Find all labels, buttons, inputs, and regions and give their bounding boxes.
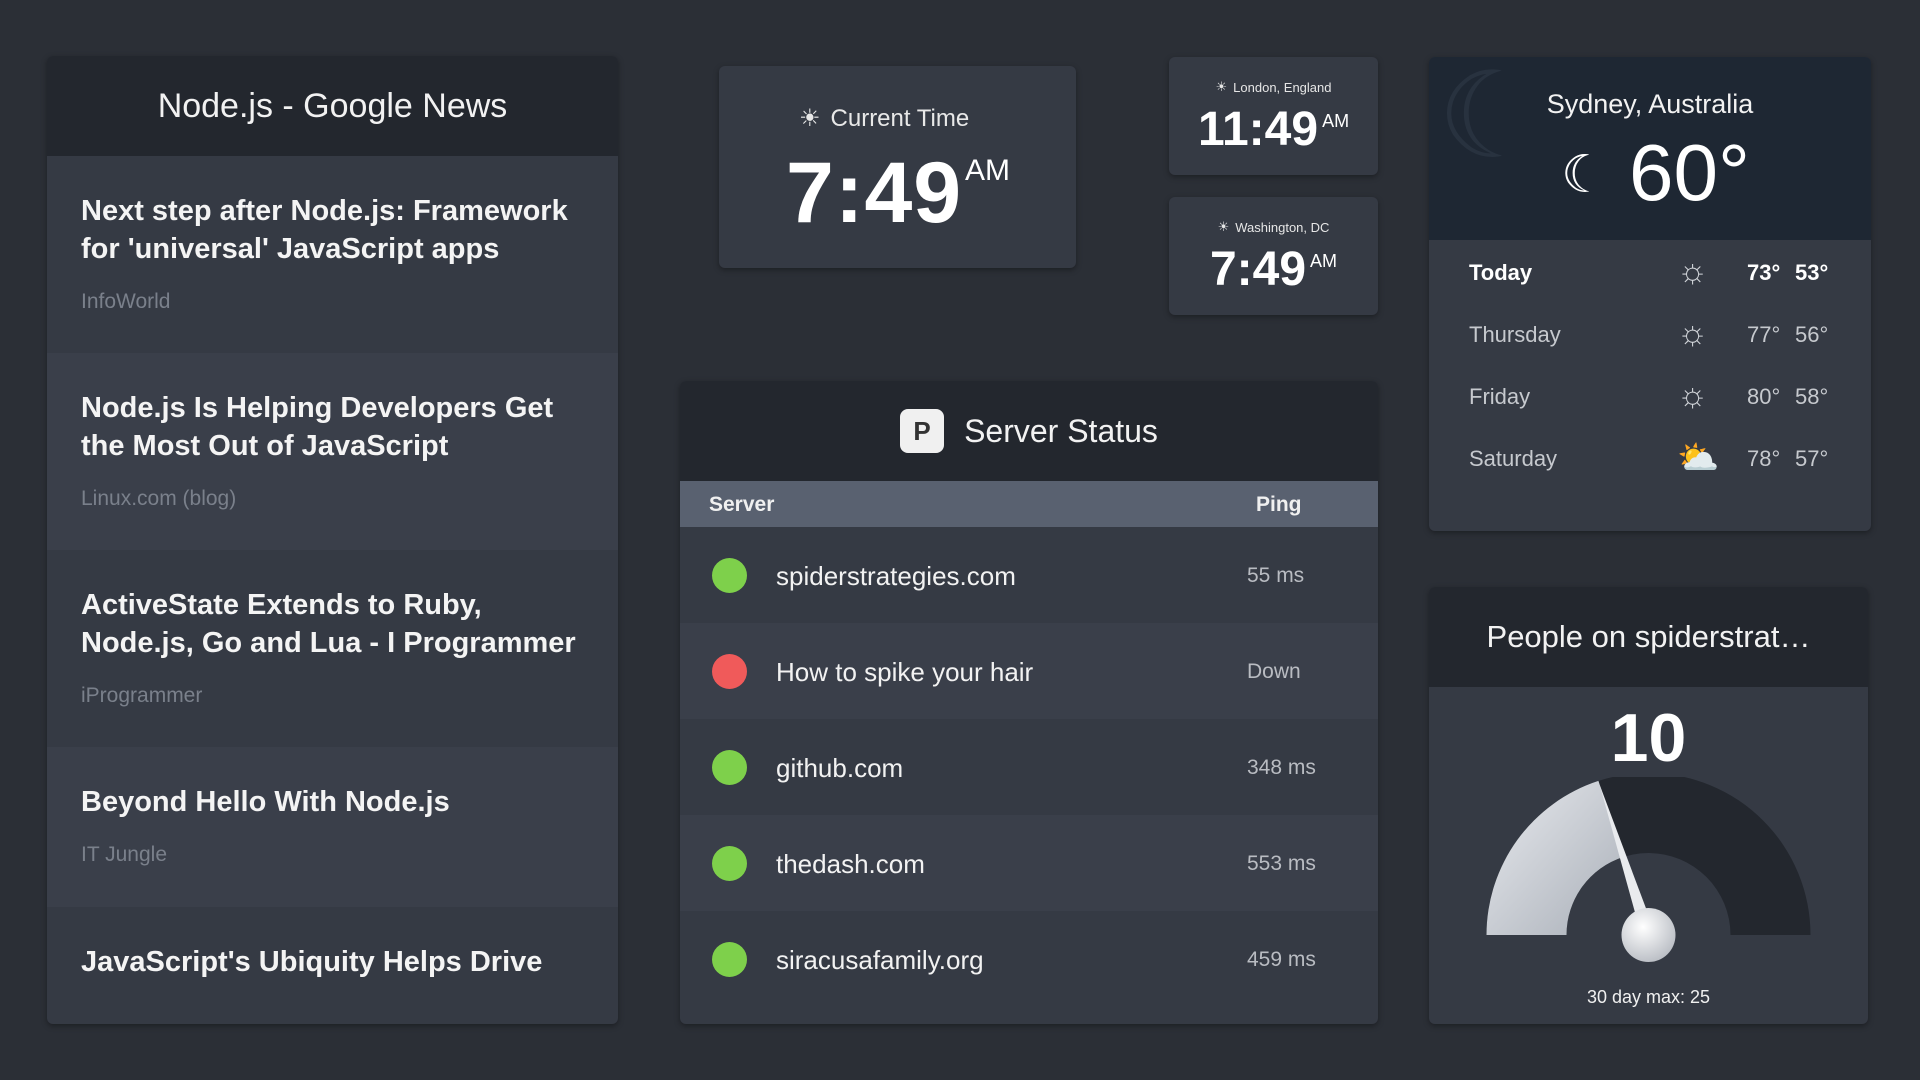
news-item[interactable]: Beyond Hello With Node.js IT Jungle: [47, 747, 618, 907]
clock-time-row: 7:49 AM: [1169, 242, 1378, 297]
weather-city: Sydney, Australia: [1546, 89, 1754, 119]
server-table-body: spiderstrategies.com 55 ms How to spike …: [680, 527, 1378, 1007]
people-title: People on spiderstrat…: [1429, 587, 1868, 687]
sun-icon: ☼: [1677, 252, 1709, 290]
clock-london: ☀ London, England 11:49 AM: [1169, 57, 1378, 175]
server-row[interactable]: github.com 348 ms: [680, 719, 1378, 815]
forecast-high: 77°: [1747, 322, 1781, 347]
status-dot: [712, 558, 747, 593]
news-headline[interactable]: Beyond Hello With Node.js: [81, 783, 584, 821]
sun-icon: ☀: [1217, 219, 1230, 234]
server-table-header: Server Ping: [680, 481, 1378, 527]
news-source: IT Jungle: [81, 843, 167, 866]
clock-city-row: ☀ London, England: [1169, 79, 1378, 95]
moon-stars-icon: ☾: [1561, 146, 1608, 204]
cloud-sun-icon: ⛅: [1677, 439, 1720, 477]
server-name: thedash.com: [776, 849, 925, 879]
gauge-knob: [1621, 908, 1676, 962]
server-ping: 553 ms: [1247, 852, 1316, 875]
server-status-header: P Server Status: [680, 381, 1378, 481]
forecast-low: 57°: [1795, 446, 1829, 471]
news-headline[interactable]: Next step after Node.js: Framework for '…: [81, 192, 584, 268]
clock-time-row: 11:49 AM: [1169, 102, 1378, 157]
column-header-server[interactable]: Server: [709, 493, 774, 517]
server-ping: Down: [1247, 660, 1301, 683]
news-source: Linux.com (blog): [81, 487, 237, 510]
forecast-high: 80°: [1747, 384, 1781, 409]
status-dot: [712, 846, 747, 881]
news-headline[interactable]: Node.js Is Helping Developers Get the Mo…: [81, 389, 584, 465]
server-row[interactable]: How to spike your hair Down: [680, 623, 1378, 719]
moon-stars-background-icon: ☾: [1437, 57, 1545, 183]
pingdom-logo-icon: P: [900, 409, 945, 453]
server-name: siracusafamily.org: [776, 945, 984, 975]
sun-icon: ☀: [1215, 79, 1228, 94]
forecast-day: Friday: [1469, 384, 1531, 409]
status-dot: [712, 942, 747, 977]
sun-icon: ☼: [1677, 314, 1709, 352]
people-gauge-panel: People on spiderstrat… 10 30 day max: 25: [1429, 587, 1868, 1024]
server-status-panel: P Server Status Server Ping spiderstrate…: [680, 381, 1378, 1024]
forecast-list: Today ☼ 73° 53° Thursday ☼ 77° 56° Frida…: [1429, 240, 1871, 488]
status-dot: [712, 750, 747, 785]
clock-washington: ☀ Washington, DC 7:49 AM: [1169, 197, 1378, 315]
clock-ampm: AM: [1310, 251, 1338, 271]
news-source: InfoWorld: [81, 290, 171, 313]
current-time-label-row: ☀ Current Time: [799, 104, 969, 133]
news-headline[interactable]: ActiveState Extends to Ruby, Node.js, Go…: [81, 586, 584, 662]
clock-ampm: AM: [1322, 111, 1350, 131]
column-header-ping[interactable]: Ping: [1256, 493, 1302, 517]
news-list: Next step after Node.js: Framework for '…: [47, 156, 618, 1024]
forecast-high: 73°: [1747, 260, 1781, 285]
server-name: spiderstrategies.com: [776, 561, 1016, 591]
forecast-row: Friday ☼ 80° 58°: [1429, 364, 1871, 426]
clock-time: 11:49: [1197, 103, 1319, 156]
weather-header: ☾ Sydney, Australia ☾ 60°: [1429, 57, 1871, 240]
current-time-label: Current Time: [830, 104, 970, 132]
news-item[interactable]: ActiveState Extends to Ruby, Node.js, Go…: [47, 550, 618, 747]
news-item[interactable]: Node.js Is Helping Developers Get the Mo…: [47, 353, 618, 550]
forecast-low: 56°: [1795, 322, 1829, 347]
people-max-label: 30 day max: 25: [1586, 987, 1711, 1007]
server-ping: 55 ms: [1247, 564, 1305, 587]
current-time-ampm: AM: [965, 154, 1010, 187]
forecast-low: 58°: [1795, 384, 1829, 409]
sun-icon: ☀: [799, 105, 821, 132]
gauge-fill: [1486, 780, 1624, 935]
forecast-high: 78°: [1747, 446, 1781, 471]
status-dot: [712, 654, 747, 689]
forecast-day: Saturday: [1469, 446, 1558, 471]
news-item[interactable]: Next step after Node.js: Framework for '…: [47, 156, 618, 353]
forecast-day: Today: [1469, 260, 1533, 285]
forecast-row: Saturday ⛅ 78° 57°: [1429, 426, 1871, 488]
server-ping: 348 ms: [1247, 756, 1316, 779]
server-name: github.com: [776, 753, 904, 783]
news-source: iProgrammer: [81, 684, 203, 707]
forecast-row: Thursday ☼ 77° 56°: [1429, 302, 1871, 364]
clock-time: 7:49: [1209, 243, 1307, 296]
weather-widget: ☾ Sydney, Australia ☾ 60° Today ☼ 73° 53…: [1429, 57, 1871, 531]
server-status-title: Server Status: [964, 412, 1158, 449]
clock-city-row: ☀ Washington, DC: [1169, 219, 1378, 235]
server-ping: 459 ms: [1247, 948, 1316, 971]
sun-icon: ☼: [1677, 376, 1709, 414]
forecast-low: 53°: [1795, 260, 1829, 285]
news-title: Node.js - Google News: [47, 56, 618, 156]
news-panel: Node.js - Google News Next step after No…: [47, 56, 618, 1024]
current-time-value: 7:49: [786, 145, 963, 241]
server-name: How to spike your hair: [776, 657, 1034, 687]
news-item[interactable]: JavaScript's Ubiquity Helps Drive: [47, 907, 618, 1024]
current-time-widget: ☀ Current Time 7:49 AM: [719, 66, 1076, 268]
server-row[interactable]: spiderstrategies.com 55 ms: [680, 527, 1378, 623]
people-count: 10: [1610, 700, 1687, 776]
server-row[interactable]: thedash.com 553 ms: [680, 815, 1378, 911]
clock-city: London, England: [1233, 79, 1332, 95]
server-row[interactable]: siracusafamily.org 459 ms: [680, 911, 1378, 1007]
forecast-day: Thursday: [1469, 322, 1561, 347]
forecast-row: Today ☼ 73° 53°: [1429, 240, 1871, 302]
news-headline[interactable]: JavaScript's Ubiquity Helps Drive: [81, 943, 584, 981]
weather-temp: 60°: [1629, 128, 1750, 217]
clock-city: Washington, DC: [1235, 219, 1330, 235]
people-gauge: [1486, 777, 1811, 962]
